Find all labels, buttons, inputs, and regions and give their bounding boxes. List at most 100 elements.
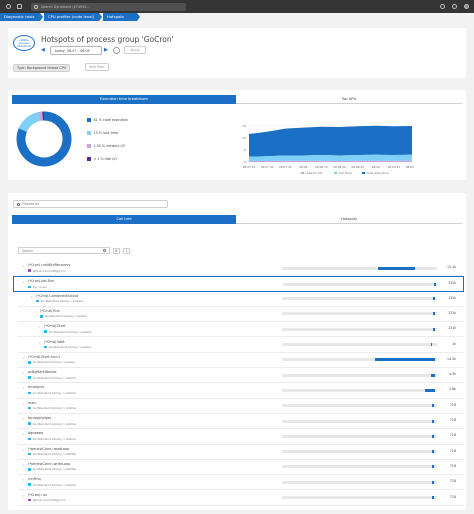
avatar[interactable]	[464, 4, 469, 9]
expand-icon[interactable]: ›	[31, 295, 32, 299]
global-search-input[interactable]: Search Dynatrace (k74935...	[31, 3, 186, 11]
time-value: 718	[449, 402, 456, 407]
expand-icon[interactable]: ›	[23, 463, 24, 467]
method-source: Go Standard Library / runtime	[28, 391, 76, 395]
breadcrumb-diagnostic-tools[interactable]: Diagnostic tools	[0, 13, 40, 21]
expand-icon[interactable]: ›	[23, 280, 24, 284]
time-bar	[283, 282, 438, 286]
menu-icon[interactable]	[6, 4, 11, 9]
calltree-row[interactable]: › runFinq Go Standard Library / runtime 718	[18, 475, 464, 491]
calltree-row[interactable]: › forcegchelper Go Standard Library / runt…	[18, 414, 464, 430]
method-name: (*Cmd).Run	[40, 308, 60, 313]
calltree-row[interactable]: › (*Cmd).Run Go Standard Library / os/exec…	[18, 307, 464, 323]
calltree-search-input[interactable]: Search	[18, 247, 110, 254]
time-bar-fill	[375, 358, 436, 362]
help-icon[interactable]	[440, 4, 445, 9]
expand-icon[interactable]: ›	[39, 325, 40, 329]
time-value: 131k	[448, 310, 456, 315]
time-bar-fill	[432, 496, 434, 499]
method-name: (*persistConn).writeLoop	[28, 461, 71, 466]
expand-icon[interactable]: ›	[23, 432, 24, 436]
legend-lock-time: 15 % lock time	[87, 131, 118, 135]
x-tick-label: 08:07:45	[279, 165, 292, 169]
package-icon	[28, 269, 31, 272]
calltree-row[interactable]: › main Go Standard Library / runtime 718	[18, 399, 464, 414]
time-bar-fill	[432, 465, 434, 469]
tab-execution-time-breakdown[interactable]: Execution time breakdown	[12, 95, 236, 104]
sort-button[interactable]: ↓	[123, 248, 130, 254]
calltree-row[interactable]: › (*Cron).Job.Run Go / main 132k	[13, 276, 464, 292]
calltree-row[interactable]: › (*Cron).runWithRecovery github.com/robfi…	[18, 261, 464, 277]
filter-chip[interactable]: Type: Background thread CPU	[13, 64, 71, 72]
expand-icon[interactable]: ›	[23, 371, 24, 375]
filter-input[interactable]: Filtered by	[13, 200, 168, 208]
calltree-row[interactable]: › (*persistConn).readLoop Go Standard Libr…	[18, 445, 464, 460]
add-filter-button[interactable]: Add filter	[85, 63, 109, 71]
method-name: (*persistConn).readLoop	[28, 446, 70, 451]
calltree-row[interactable]: › (*Cron).run github.com/robfig/cron 718	[18, 491, 464, 506]
x-tick-label: 08:07:30	[261, 165, 274, 169]
time-value: 718	[449, 479, 456, 484]
time-bar-fill	[378, 266, 416, 270]
clock-icon[interactable]	[113, 47, 120, 54]
expand-icon[interactable]: ›	[23, 448, 24, 452]
chart-legend-network-io: network I/O	[301, 171, 322, 175]
time-value: 718	[449, 494, 456, 499]
package-icon	[28, 468, 31, 471]
method-source: Go Standard Library / os/exec	[44, 345, 91, 349]
time-bar-fill	[433, 327, 436, 331]
calltree-row[interactable]: › (*Cmd).CombinedOutput Go Standard Librar…	[18, 292, 464, 307]
calltree-row[interactable]: › (*Cmd).Wait Go Standard Library / os/exe…	[18, 338, 464, 353]
execution-area-chart: 15 10 5 008:07:15 08:07:30 08:07:45 08:08 08:08…	[242, 124, 414, 169]
expand-icon[interactable]: ›	[23, 417, 24, 421]
expand-icon[interactable]: ›	[35, 310, 36, 314]
home-icon[interactable]	[17, 4, 22, 9]
time-bar	[282, 266, 437, 270]
expand-icon[interactable]: ›	[39, 341, 40, 345]
calltree-row[interactable]: › (*Cmd).Start Go Standard Library / os/ex…	[18, 322, 464, 338]
breadcrumb-cpu-profiler[interactable]: CPU profiler (code level)	[44, 13, 99, 21]
y-tick-label: 10	[242, 136, 246, 140]
area-series-code-execution	[249, 125, 412, 157]
page-title: Hotspots of process group 'GoCron'	[41, 35, 174, 44]
time-value: 2.8k	[449, 387, 456, 392]
tab-call-tree[interactable]: Call tree	[12, 215, 236, 224]
tab-top-apis[interactable]: Top APIs	[236, 95, 462, 104]
expand-icon[interactable]: ›	[23, 402, 24, 406]
expand-all-button[interactable]: ⇅	[113, 248, 120, 254]
expand-icon[interactable]: ›	[23, 356, 24, 360]
time-bar-fill	[432, 480, 434, 484]
execution-donut-chart	[16, 111, 72, 167]
timeframe-next-icon[interactable]: ▶	[104, 46, 110, 55]
time-value: 131k	[448, 326, 456, 331]
time-bar-fill	[432, 419, 434, 423]
breadcrumb-arrow	[40, 13, 43, 21]
apply-button[interactable]: Apply	[124, 46, 146, 54]
expand-icon[interactable]: ›	[23, 478, 24, 482]
timeframe-prev-icon[interactable]: ◀	[41, 46, 47, 55]
method-source: Go Standard Library / os/exec	[40, 314, 87, 318]
calltree-row[interactable]: › gcBgMarkWorker Go Standard Library / run…	[18, 368, 464, 384]
legend-disk-io: < 1 % disk I/O	[87, 157, 117, 161]
time-bar	[282, 419, 437, 423]
calltree-row[interactable]: › timerproc Go Standard Library / runtime 2…	[18, 383, 464, 399]
notifications-icon[interactable]	[452, 4, 457, 9]
expand-icon[interactable]: ›	[23, 264, 24, 268]
time-value: 718	[449, 433, 456, 438]
timeframe-selector[interactable]: today, 08:07 - 08:09	[50, 46, 102, 55]
method-name: (*Cmd).CombinedOutput	[36, 293, 79, 298]
time-value: 15.1k	[447, 265, 456, 269]
breadcrumb-hotspots[interactable]: Hotspots	[103, 13, 137, 21]
calltree-row[interactable]: › (*Cmd).Start.func1 Go Standard Library /…	[18, 353, 464, 369]
time-value: 1k	[452, 341, 456, 346]
tab-hotspots[interactable]: Hotspots	[236, 215, 462, 224]
calltree-row[interactable]: › (*persistConn).writeLoop Go Standard Lib…	[18, 460, 464, 476]
calltree-row[interactable]: › bgsweep Go Standard Library / runtime 718	[18, 429, 464, 445]
package-icon	[44, 330, 47, 333]
method-name: forcegchelper	[28, 416, 52, 420]
filter-icon	[16, 202, 20, 206]
package-icon	[28, 498, 31, 502]
expand-icon[interactable]: ›	[23, 386, 24, 390]
time-bar-fill	[432, 404, 434, 408]
expand-icon[interactable]: ›	[23, 494, 24, 498]
